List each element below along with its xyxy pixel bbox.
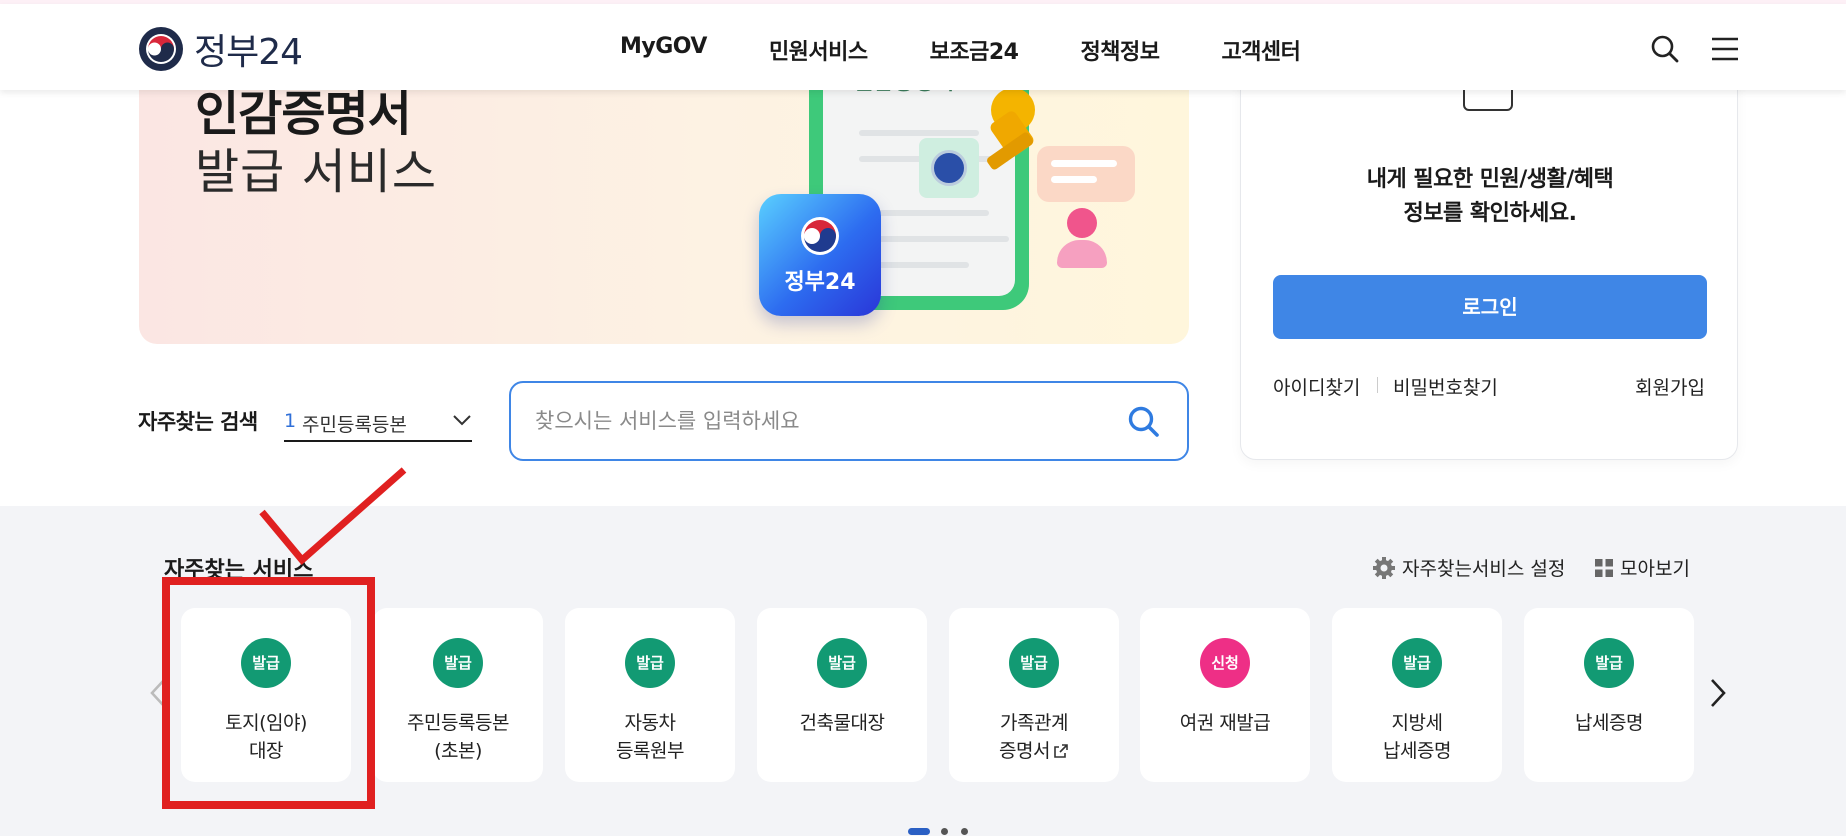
site-logo[interactable]: 정부24: [138, 24, 303, 74]
signup-link[interactable]: 회원가입: [1635, 373, 1705, 400]
service-card[interactable]: 발급주민등록등본 (초본): [373, 608, 543, 782]
site-header: 정부24 MyGOV 민원서비스 보조금24 정책정보 고객센터: [0, 4, 1846, 90]
service-label-line1: 여권 재발급: [1179, 712, 1271, 734]
service-card[interactable]: 신청여권 재발급: [1140, 608, 1310, 782]
promo-banner[interactable]: 인감증명서 발급 서비스 인감증명서 정부24: [139, 80, 1189, 344]
service-badge: 발급: [433, 638, 483, 688]
main-nav: MyGOV 민원서비스 보조금24 정책정보 고객센터: [620, 34, 1362, 66]
nav-subsidy24[interactable]: 보조금24: [930, 34, 1019, 66]
highlight-box: [162, 577, 375, 809]
service-card[interactable]: 발급건축물대장: [757, 608, 927, 782]
service-card[interactable]: 발급납세증명: [1524, 608, 1694, 782]
login-panel: 내게 필요한 민원/생활/혜택 정보를 확인하세요. 로그인 아이디찾기 비밀번…: [1240, 60, 1738, 460]
service-label-line2: 납세증명: [1332, 736, 1502, 763]
carousel-dot-active[interactable]: [908, 828, 930, 835]
external-link-icon: [1054, 744, 1068, 758]
logo-text: 정부24: [194, 32, 303, 73]
frequent-search-dropdown[interactable]: 1 주민등록등본: [284, 400, 472, 442]
service-badge: 신청: [1200, 638, 1250, 688]
page: 인감증명서 발급 서비스 인감증명서 정부24: [0, 0, 1846, 836]
service-card[interactable]: 발급자동차등록원부: [565, 608, 735, 782]
chevron-right-icon[interactable]: [1708, 676, 1728, 710]
gear-icon: [1373, 556, 1395, 579]
chevron-down-icon: [453, 415, 471, 426]
app-icon-label: 정부24: [784, 270, 856, 295]
service-label-line1: 자동차: [624, 712, 676, 734]
frequent-search-item: 주민등록등본: [302, 414, 407, 436]
gov24-app-icon: 정부24: [759, 194, 881, 316]
service-badge: 발급: [1392, 638, 1442, 688]
service-card[interactable]: 발급가족관계증명서: [949, 608, 1119, 782]
frequent-search-label: 자주찾는 검색: [138, 410, 258, 434]
checkmark-annotation: [259, 467, 407, 566]
find-password-link[interactable]: 비밀번호찾기: [1393, 373, 1498, 400]
service-label-text: 납세증명: [1383, 740, 1451, 762]
service-label-text: 증명서: [999, 740, 1050, 762]
frequent-services-settings[interactable]: 자주찾는서비스 설정: [1372, 554, 1565, 581]
person-icon: [1067, 208, 1097, 238]
taegeuk-logo-icon: [139, 27, 183, 71]
find-id-link[interactable]: 아이디찾기: [1273, 373, 1360, 400]
search-submit-icon[interactable]: [1127, 405, 1161, 439]
grid-icon: [1595, 558, 1613, 577]
service-badge: 발급: [1584, 638, 1634, 688]
carousel-dot[interactable]: [961, 828, 968, 835]
frequent-search-rank: 1: [284, 410, 297, 432]
nav-customer-center[interactable]: 고객센터: [1221, 34, 1300, 66]
nav-mygov[interactable]: MyGOV: [620, 34, 707, 66]
nav-civil-services[interactable]: 민원서비스: [769, 34, 868, 66]
banner-subtitle: 발급 서비스: [195, 144, 438, 200]
service-label-text: 등록원부: [616, 740, 684, 762]
panel-message-line1: 내게 필요한 민원/생활/혜택: [1366, 167, 1614, 192]
view-all-label: 모아보기: [1620, 558, 1690, 580]
link-divider: [1377, 377, 1378, 393]
service-label-line2: (초본): [373, 736, 543, 763]
service-label-line1: 가족관계: [1000, 712, 1068, 734]
chat-bubble-icon: [1037, 146, 1135, 202]
service-badge: 발급: [817, 638, 867, 688]
service-label-line1: 납세증명: [1575, 712, 1643, 734]
seal-icon: [919, 138, 979, 198]
service-search-box: [509, 381, 1189, 461]
search-icon[interactable]: [1650, 34, 1680, 64]
panel-message-line2: 정보를 확인하세요.: [1403, 201, 1577, 226]
service-label-line1: 건축물대장: [799, 712, 885, 734]
nav-policy-info[interactable]: 정책정보: [1080, 34, 1159, 66]
service-badge: 발급: [625, 638, 675, 688]
service-label-line1: 주민등록등본: [407, 712, 509, 734]
service-label-line2: 등록원부: [565, 736, 735, 763]
service-card[interactable]: 발급지방세납세증명: [1332, 608, 1502, 782]
view-all-button[interactable]: 모아보기: [1594, 554, 1690, 581]
carousel-dot[interactable]: [941, 828, 948, 835]
service-badge: 발급: [1009, 638, 1059, 688]
login-button[interactable]: 로그인: [1273, 275, 1707, 339]
service-label-line1: 지방세: [1391, 712, 1443, 734]
settings-label: 자주찾는서비스 설정: [1402, 558, 1566, 580]
hamburger-menu-icon[interactable]: [1710, 34, 1740, 64]
service-label-text: (초본): [434, 740, 482, 762]
service-label-line2: 증명서: [949, 736, 1119, 763]
service-search-input[interactable]: [535, 401, 1095, 441]
